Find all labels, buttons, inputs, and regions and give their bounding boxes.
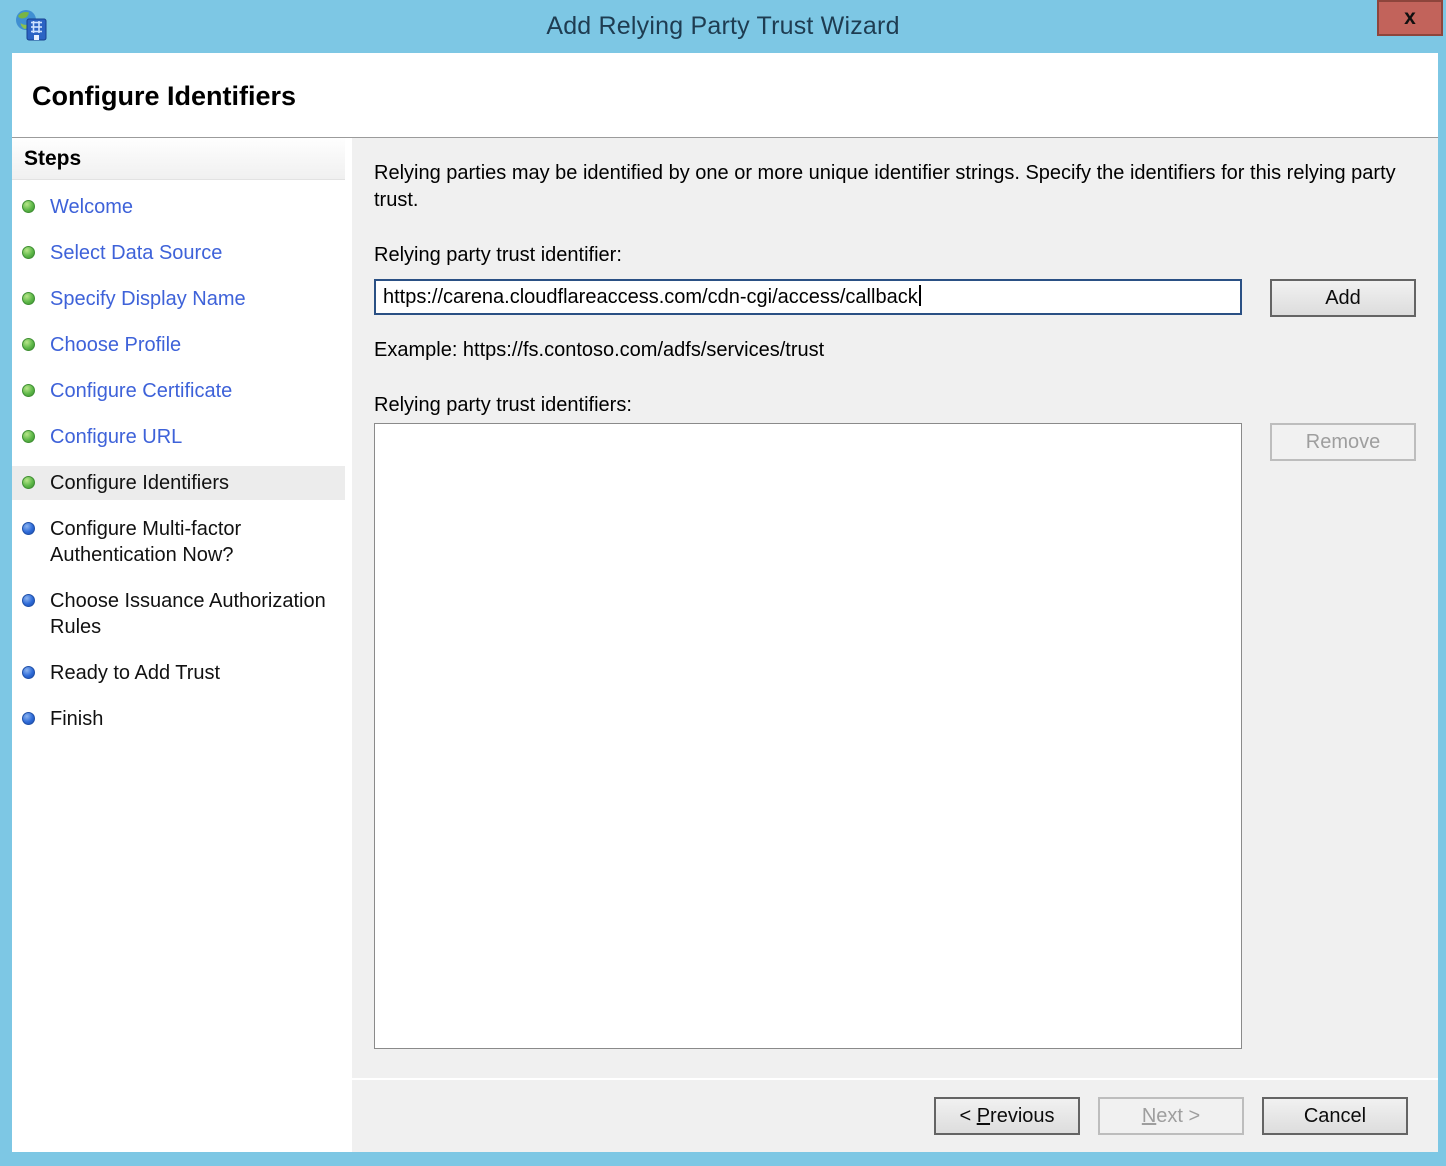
page-header: Configure Identifiers bbox=[12, 53, 1438, 137]
step-completed-dot-icon bbox=[22, 246, 35, 259]
step-completed-dot-icon bbox=[22, 292, 35, 305]
identifier-field-label: Relying party trust identifier: bbox=[374, 244, 1438, 267]
step-completed-dot-icon bbox=[22, 200, 35, 213]
identifiers-list-row: Remove bbox=[374, 423, 1438, 1049]
step-choose-issuance-rules: Choose Issuance Authorization Rules bbox=[12, 584, 345, 644]
wizard-dialog: Configure Identifiers Steps Welcome Sele… bbox=[12, 53, 1438, 1152]
identifiers-list-label: Relying party trust identifiers: bbox=[374, 394, 1438, 417]
step-completed-dot-icon bbox=[22, 384, 35, 397]
intro-text: Relying parties may be identified by one… bbox=[374, 160, 1396, 214]
steps-list: Welcome Select Data Source Specify Displ… bbox=[12, 180, 345, 736]
step-completed-dot-icon bbox=[22, 430, 35, 443]
step-select-data-source[interactable]: Select Data Source bbox=[12, 236, 345, 270]
next-button[interactable]: Next > bbox=[1098, 1097, 1244, 1135]
step-specify-display-name[interactable]: Specify Display Name bbox=[12, 282, 345, 316]
content-area: Steps Welcome Select Data Source Specify… bbox=[12, 137, 1438, 1152]
titlebar: Add Relying Party Trust Wizard x bbox=[0, 0, 1446, 53]
main-column: Relying parties may be identified by one… bbox=[352, 138, 1438, 1152]
step-configure-url[interactable]: Configure URL bbox=[12, 420, 345, 454]
main-pane: Relying parties may be identified by one… bbox=[352, 138, 1438, 1078]
page-title: Configure Identifiers bbox=[32, 81, 1438, 112]
cancel-button[interactable]: Cancel bbox=[1262, 1097, 1408, 1135]
step-upcoming-dot-icon bbox=[22, 712, 35, 725]
step-completed-dot-icon bbox=[22, 338, 35, 351]
identifier-input-value: https://carena.cloudflareaccess.com/cdn-… bbox=[383, 286, 918, 308]
step-choose-profile[interactable]: Choose Profile bbox=[12, 328, 345, 362]
step-upcoming-dot-icon bbox=[22, 666, 35, 679]
close-icon: x bbox=[1404, 6, 1416, 30]
step-configure-certificate[interactable]: Configure Certificate bbox=[12, 374, 345, 408]
footer-button-bar: < Previous Next > Cancel bbox=[352, 1078, 1438, 1152]
remove-button[interactable]: Remove bbox=[1270, 423, 1416, 461]
step-ready-to-add-trust: Ready to Add Trust bbox=[12, 656, 345, 690]
example-text: Example: https://fs.contoso.com/adfs/ser… bbox=[374, 339, 1438, 362]
step-upcoming-dot-icon bbox=[22, 522, 35, 535]
step-configure-multifactor: Configure Multi-factor Authentication No… bbox=[12, 512, 345, 572]
previous-button[interactable]: < Previous bbox=[934, 1097, 1080, 1135]
add-button[interactable]: Add bbox=[1270, 279, 1416, 317]
window-title: Add Relying Party Trust Wizard bbox=[0, 0, 1446, 53]
step-completed-dot-icon bbox=[22, 476, 35, 489]
identifier-input-row: https://carena.cloudflareaccess.com/cdn-… bbox=[374, 279, 1438, 317]
step-finish: Finish bbox=[12, 702, 345, 736]
step-configure-identifiers[interactable]: Configure Identifiers bbox=[12, 466, 345, 500]
identifiers-listbox[interactable] bbox=[374, 423, 1242, 1049]
close-button[interactable]: x bbox=[1377, 0, 1443, 36]
steps-heading: Steps bbox=[12, 138, 345, 180]
relying-party-identifier-input[interactable]: https://carena.cloudflareaccess.com/cdn-… bbox=[374, 279, 1242, 315]
steps-sidebar: Steps Welcome Select Data Source Specify… bbox=[12, 138, 345, 1152]
step-welcome[interactable]: Welcome bbox=[12, 190, 345, 224]
step-upcoming-dot-icon bbox=[22, 594, 35, 607]
text-cursor bbox=[919, 285, 921, 306]
